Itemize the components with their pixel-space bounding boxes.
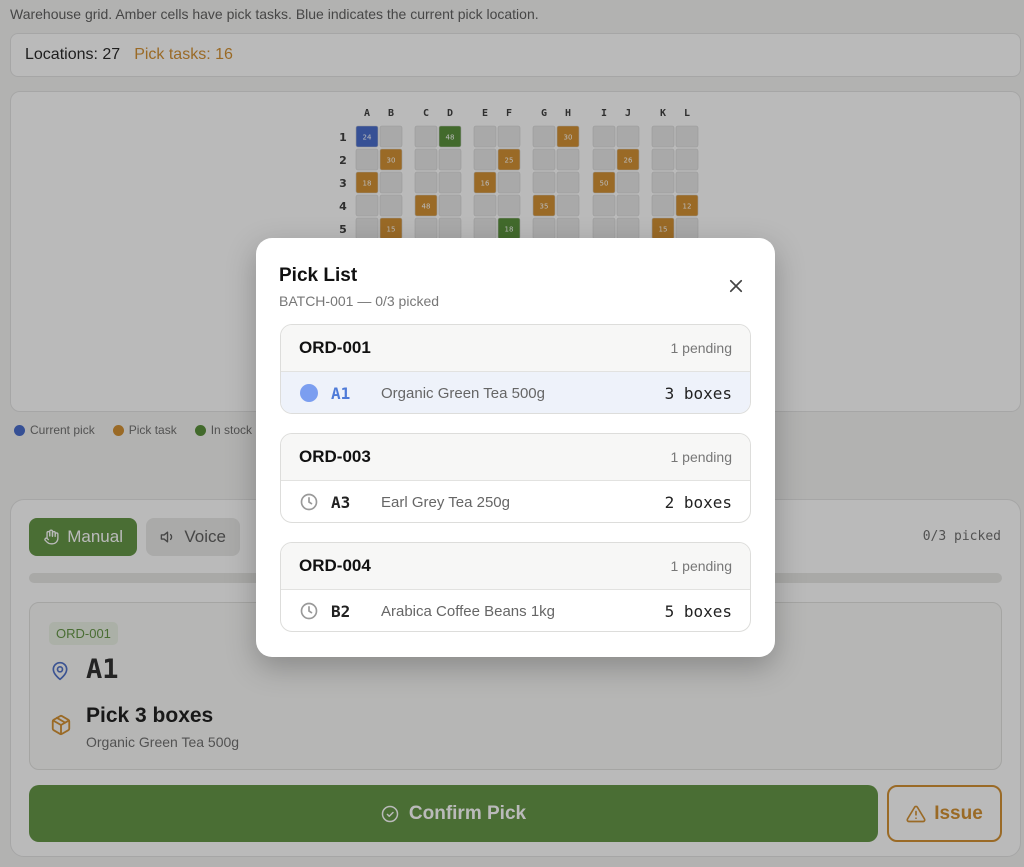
pick-item-row[interactable]: A1 Organic Green Tea 500g 3 boxes (281, 372, 750, 413)
clock-icon (299, 601, 319, 621)
clock-icon (299, 492, 319, 512)
close-icon (729, 279, 743, 293)
item-location: B2 (331, 601, 351, 621)
item-quantity: 5 boxes (664, 601, 732, 621)
current-dot (300, 384, 318, 402)
clock-svg (300, 602, 318, 620)
item-location: A1 (331, 383, 351, 403)
item-quantity: 2 boxes (664, 492, 732, 512)
item-product: Organic Green Tea 500g (381, 384, 545, 402)
order-card: ORD-004 1 pending B2 Arabica Coffee Bean… (280, 542, 751, 632)
close-button[interactable] (725, 275, 747, 297)
order-header: ORD-004 1 pending (281, 543, 750, 590)
item-quantity: 3 boxes (664, 383, 732, 403)
order-card: ORD-001 1 pending A1 Organic Green Tea 5… (280, 324, 751, 414)
order-pending: 1 pending (670, 558, 732, 574)
pick-item-row[interactable]: B2 Arabica Coffee Beans 1kg 5 boxes (281, 590, 750, 631)
order-pending: 1 pending (670, 449, 732, 465)
order-id: ORD-004 (299, 556, 371, 575)
clock-svg (300, 493, 318, 511)
order-card: ORD-003 1 pending A3 Earl Grey Tea 250g … (280, 433, 751, 523)
order-pending: 1 pending (670, 340, 732, 356)
order-id: ORD-001 (299, 338, 371, 357)
modal-title: Pick List (279, 265, 358, 286)
modal-subtitle: BATCH-001 — 0/3 picked (279, 293, 440, 309)
order-id: ORD-003 (299, 447, 371, 466)
pick-item-row[interactable]: A3 Earl Grey Tea 250g 2 boxes (281, 481, 750, 522)
item-product: Arabica Coffee Beans 1kg (381, 602, 556, 620)
item-location: A3 (331, 492, 351, 512)
pick-list-modal: Pick List BATCH-001 — 0/3 picked ORD-001… (256, 238, 775, 657)
item-product: Earl Grey Tea 250g (381, 493, 510, 511)
current-status-icon (299, 383, 319, 403)
order-header: ORD-001 1 pending (281, 325, 750, 372)
order-header: ORD-003 1 pending (281, 434, 750, 481)
